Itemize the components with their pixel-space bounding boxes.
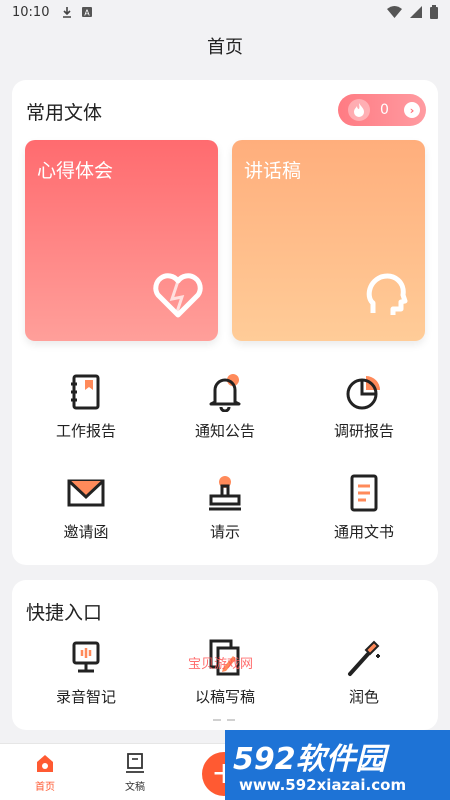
feature-card-experience[interactable]: 心得体会 [25,140,218,341]
quick-item-recording[interactable]: 录音智记 [26,638,146,707]
usage-counter-pill[interactable]: 0 › [338,94,426,126]
usage-count: 0 [380,102,389,118]
feature-card-speech[interactable]: 讲话稿 [232,140,425,341]
envelope-icon [66,473,106,513]
grid-item-general-document[interactable]: 通用文书 [304,473,424,542]
document-icon [344,473,384,513]
svg-text:A: A [85,9,91,18]
battery-icon [430,5,438,23]
grid-item-label: 通知公告 [194,422,255,440]
chevron-right-icon: › [404,102,420,118]
nav-label: 文稿 [125,782,145,793]
grid-item-label: 调研报告 [333,422,394,440]
pie-chart-icon [344,372,384,412]
quick-item-polish[interactable]: 润色 [304,638,424,707]
feature-label: 心得体会 [37,160,114,182]
stamp-icon [205,473,245,513]
quick-item-label: 以稿写稿 [194,688,255,706]
wifi-icon [387,6,402,22]
speaking-head-icon [359,269,411,321]
download-icon [61,6,73,18]
section-title-quick-entry: 快捷入口 [26,602,103,624]
grid-item-request[interactable]: 请示 [165,473,285,542]
grid-item-label: 工作报告 [55,422,116,440]
home-icon [34,752,56,774]
grid-item-work-report[interactable]: 工作报告 [26,372,146,441]
fire-icon [348,99,370,121]
quick-item-label: 录音智记 [55,688,116,706]
magic-wand-icon [344,638,384,678]
common-styles-card: 常用文体 0 › 心得体会 讲话稿 工作报告 通知公告 调研报告 邀请函 请示 … [12,80,438,565]
page-title: 首页 [207,37,243,58]
nav-item-home[interactable]: 首页 [15,752,75,793]
signal-icon [410,6,422,22]
grid-item-invitation[interactable]: 邀请函 [26,473,146,542]
watermark-text: 宝贝游戏网 [188,657,254,672]
nav-item-drafts[interactable]: 文稿 [105,752,165,793]
feature-label: 讲话稿 [244,160,302,182]
quick-item-label: 润色 [348,688,379,706]
heart-icon [152,269,204,321]
watermark-logo: 592软件园 www.592xiazai.com [225,730,450,800]
watermark-brand: 592软件园 [233,742,386,777]
grid-item-research-report[interactable]: 调研报告 [304,372,424,441]
grid-item-label: 通用文书 [333,523,394,541]
grid-item-label: 请示 [209,523,240,541]
recorder-icon [66,638,106,678]
grid-item-label: 邀请函 [63,523,109,541]
status-time: 10:10 [12,4,50,20]
bell-icon [205,372,245,413]
watermark-url: www.592xiazai.com [239,776,407,794]
section-title-common-styles: 常用文体 [26,102,103,124]
drafts-icon [124,752,146,774]
status-bar: 10:10 A [0,0,450,24]
page-indicator [213,719,235,721]
grid-item-notice[interactable]: 通知公告 [165,372,285,441]
notebook-icon [66,372,106,412]
quick-item-rewrite[interactable]: 以稿写稿 [165,638,285,707]
app-notification-icon: A [81,6,93,18]
nav-label: 首页 [35,782,55,793]
